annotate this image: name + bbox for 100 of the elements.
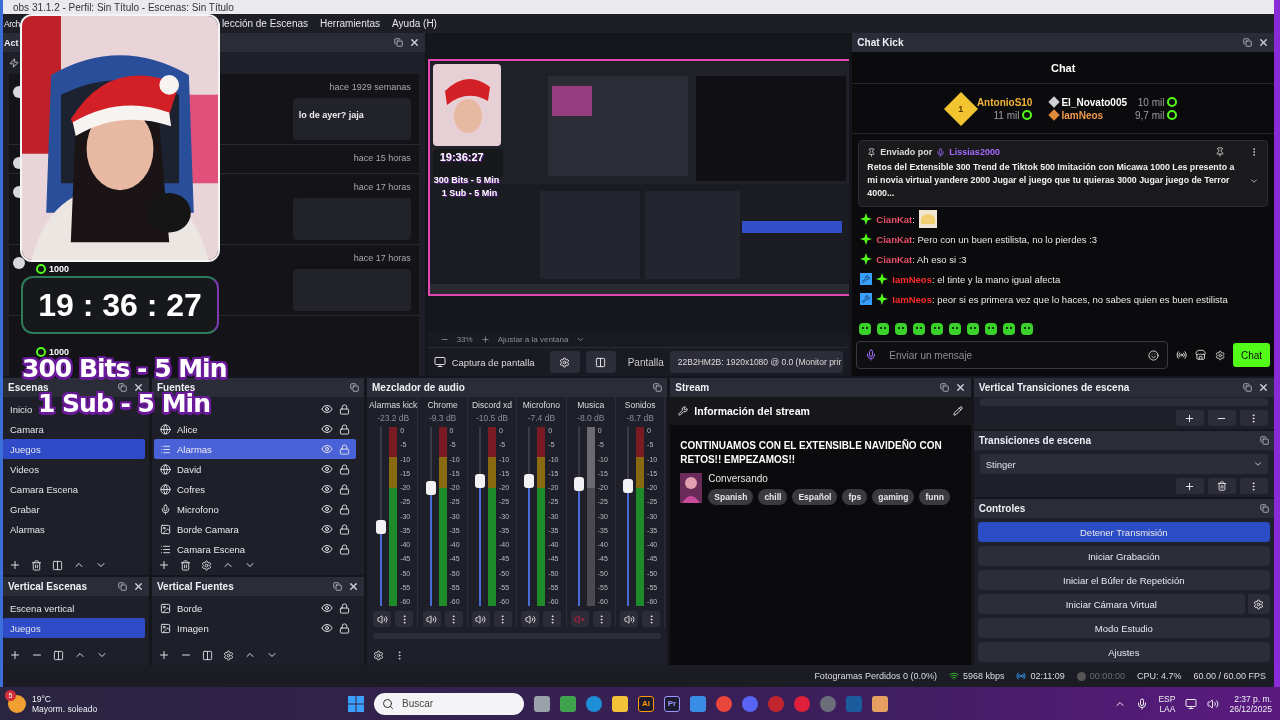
close-icon[interactable] [348,581,359,592]
float-icon[interactable] [1260,436,1269,445]
clock-date[interactable]: 26/12/2025 [1229,703,1272,714]
menu-button[interactable] [395,611,414,627]
app-icon[interactable] [716,695,732,712]
mute-button[interactable] [620,611,639,627]
keyboard-layout[interactable]: LAA [1159,703,1176,714]
search-input[interactable]: Buscar [400,697,500,710]
message-field[interactable]: Enviar un mensaje [856,341,1168,369]
source-item[interactable]: Borde [154,598,356,618]
mute-button[interactable] [471,611,490,627]
add-button[interactable] [1176,478,1204,494]
tag[interactable]: funn [919,489,950,505]
slider-thumb[interactable] [623,479,634,494]
scene-item[interactable]: Juegos [3,439,145,459]
float-icon[interactable] [333,582,342,591]
transition-select[interactable]: Stinger [979,454,1268,474]
add-icon[interactable] [158,559,170,571]
scene-item[interactable]: Camara [3,419,48,439]
slider-thumb[interactable] [474,473,485,488]
zoom-in-icon[interactable] [480,335,490,344]
menu-item[interactable]: Arch [4,18,20,29]
add-icon[interactable] [9,649,21,661]
eye-icon[interactable] [321,602,333,614]
control-button[interactable]: Iniciar Grabación [977,546,1270,566]
delete-button[interactable] [1208,478,1236,494]
eye-icon[interactable] [321,423,333,435]
slider-thumb[interactable] [524,473,535,488]
scene-item[interactable]: Inicio [3,399,37,419]
source-item[interactable]: Borde Camara [154,519,356,539]
settings-icon[interactable] [1214,349,1225,361]
app-icon[interactable] [534,695,550,712]
menu-button[interactable] [444,611,463,627]
control-button[interactable]: Ajustes [977,642,1270,662]
clock-time[interactable]: 2:37 p. m. [1234,693,1272,704]
caret-icon[interactable] [576,335,586,344]
float-icon[interactable] [1243,383,1252,392]
edit-icon[interactable] [952,406,963,416]
settings-icon[interactable] [373,649,384,661]
source-item[interactable]: Cofres [154,479,356,499]
close-icon[interactable] [1258,37,1269,48]
menu-item[interactable]: Ayuda (H) [392,18,437,29]
filter-icon[interactable] [52,559,63,571]
source-item[interactable]: Imagen [154,618,356,638]
fit-to-window[interactable]: Ajustar a la ventana [497,335,569,344]
float-icon[interactable] [939,383,949,392]
message-input[interactable]: Enviar un mensaje [887,348,1138,362]
search-field[interactable]: Buscar [374,692,524,715]
tag[interactable]: Spanish [708,489,754,505]
lock-icon[interactable] [339,602,350,614]
menu-item[interactable]: lección de Escenas [221,18,309,29]
lock-icon[interactable] [339,622,350,634]
scene-item[interactable]: Escena vertical [3,598,79,618]
scene-item[interactable]: Grabar [3,499,44,519]
mute-button[interactable] [521,611,540,627]
float-icon[interactable] [393,38,403,47]
add-button[interactable] [1176,410,1204,426]
store-icon[interactable] [1195,349,1207,361]
float-icon[interactable] [118,383,127,392]
add-icon[interactable] [9,559,21,571]
eye-icon[interactable] [321,622,333,634]
app-icon[interactable] [872,695,888,712]
lock-icon[interactable] [339,463,350,475]
close-icon[interactable] [954,382,966,393]
tag[interactable]: fps [842,489,868,505]
trash-icon[interactable] [31,559,42,571]
app-icon[interactable] [612,695,628,712]
pin-icon[interactable] [1215,147,1225,157]
tag[interactable]: chill [758,489,788,505]
close-icon[interactable] [408,37,420,48]
app-icon[interactable]: Ai [638,695,654,712]
slider-thumb[interactable] [376,520,387,535]
float-icon[interactable] [1260,504,1269,513]
lock-icon[interactable] [339,403,350,415]
emoji-icon[interactable] [1147,349,1159,361]
eye-icon[interactable] [321,543,333,555]
lock-icon[interactable] [339,423,350,435]
source-item[interactable]: Alice [154,419,356,439]
menu-button[interactable] [642,611,661,627]
source-item[interactable]: Camara Escena [154,539,356,555]
mute-button[interactable] [422,611,441,627]
filters-button[interactable] [585,351,616,373]
source-item[interactable]: David [154,459,356,479]
lightning-icon[interactable] [9,58,19,68]
float-icon[interactable] [1243,38,1252,47]
app-icon[interactable] [586,695,602,712]
filter-icon[interactable] [53,649,64,661]
lock-icon[interactable] [339,483,350,495]
scene-item[interactable]: Juegos [3,618,145,638]
display-select[interactable]: 22B2HM2B: 1920x1080 @ 0.0 (Monitor prir [669,351,844,373]
more-button[interactable] [1240,410,1268,426]
menu-button[interactable] [592,611,611,627]
control-button[interactable]: Iniciar Cámara Virtual [977,594,1245,614]
microphone-icon[interactable] [865,349,878,361]
control-button[interactable]: Iniciar el Búfer de Repetición [977,570,1270,590]
slider-thumb[interactable] [425,480,436,495]
close-icon[interactable] [133,581,144,592]
lock-icon[interactable] [339,543,350,555]
settings-button[interactable] [1248,594,1270,614]
add-icon[interactable] [158,649,170,661]
